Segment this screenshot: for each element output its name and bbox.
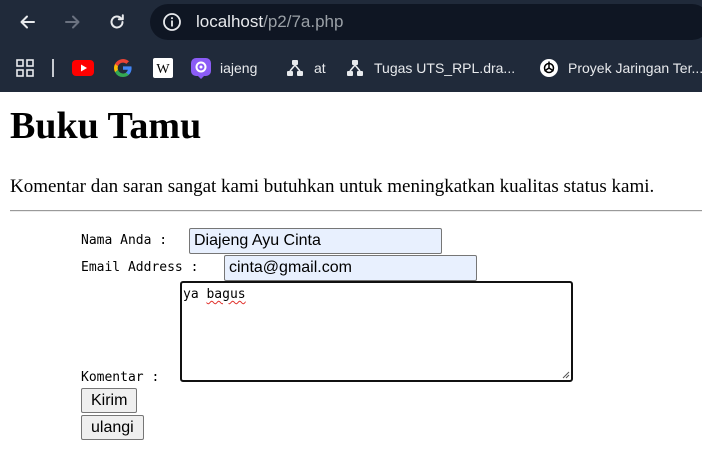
reload-icon bbox=[110, 14, 124, 29]
canva-icon bbox=[190, 57, 212, 79]
intro-text: Komentar dan saran sangat kami butuhkan … bbox=[10, 176, 655, 197]
site-info-icon[interactable] bbox=[162, 12, 182, 32]
openai-icon bbox=[538, 57, 560, 79]
bookmark-label: at bbox=[314, 60, 326, 76]
bookmarks-bar: W iajeng at Tugas UTS_RPL.dra... Proyek … bbox=[0, 44, 702, 92]
bookmark-youtube[interactable] bbox=[72, 56, 94, 80]
comment-word-misspelled: bagus bbox=[206, 287, 246, 302]
reset-button[interactable]: ulangi bbox=[81, 415, 144, 440]
bookmark-label: iajeng bbox=[220, 60, 258, 76]
url-host: localhost bbox=[196, 12, 264, 31]
comment-textarea[interactable]: ya bagus bbox=[180, 281, 573, 382]
browser-toolbar: localhost/p2/7a.php bbox=[0, 0, 702, 44]
email-label: Email Address : bbox=[81, 260, 199, 275]
bookmarks-separator bbox=[52, 59, 54, 77]
email-field[interactable]: cinta@gmail.com bbox=[224, 255, 477, 281]
apps-button[interactable] bbox=[14, 56, 36, 80]
wikipedia-icon: W bbox=[152, 57, 174, 79]
page-title: Buku Tamu bbox=[10, 105, 202, 147]
reload-button[interactable] bbox=[101, 6, 133, 38]
comment-word: ya bbox=[183, 287, 199, 302]
resize-grip-icon[interactable] bbox=[561, 370, 570, 379]
comment-label: Komentar : bbox=[81, 370, 160, 385]
youtube-icon bbox=[72, 57, 94, 79]
url-text[interactable]: localhost/p2/7a.php bbox=[196, 12, 343, 32]
bookmark-label: Proyek Jaringan Ter... bbox=[568, 60, 702, 76]
name-label: Nama Anda : bbox=[81, 233, 168, 248]
submit-button[interactable]: Kirim bbox=[81, 388, 138, 413]
svg-text:W: W bbox=[156, 62, 170, 77]
page-content: Buku Tamu Komentar dan saran sangat kami… bbox=[0, 92, 702, 451]
name-field[interactable]: Diajeng Ayu Cinta bbox=[189, 228, 442, 254]
bookmark-google[interactable] bbox=[112, 56, 134, 80]
back-arrow-icon bbox=[20, 15, 35, 29]
drawio-icon bbox=[344, 57, 366, 79]
google-icon bbox=[112, 57, 134, 79]
apps-grid-icon bbox=[14, 57, 36, 79]
horizontal-rule bbox=[10, 210, 702, 212]
address-bar[interactable]: localhost/p2/7a.php bbox=[150, 4, 702, 40]
bookmark-wikipedia[interactable]: W bbox=[152, 56, 174, 80]
forward-arrow-icon bbox=[65, 15, 80, 29]
drawio-icon bbox=[284, 57, 306, 79]
bookmark-proyek-jaringan[interactable]: Proyek Jaringan Ter... bbox=[538, 56, 702, 80]
bookmark-at[interactable]: at bbox=[284, 56, 326, 80]
bookmark-label: Tugas UTS_RPL.dra... bbox=[374, 60, 516, 76]
back-button[interactable] bbox=[12, 6, 44, 38]
bookmark-iajeng[interactable]: iajeng bbox=[190, 56, 257, 80]
forward-button[interactable] bbox=[56, 6, 88, 38]
bookmark-tugas-uts[interactable]: Tugas UTS_RPL.dra... bbox=[344, 56, 515, 80]
url-path: /p2/7a.php bbox=[263, 12, 344, 31]
